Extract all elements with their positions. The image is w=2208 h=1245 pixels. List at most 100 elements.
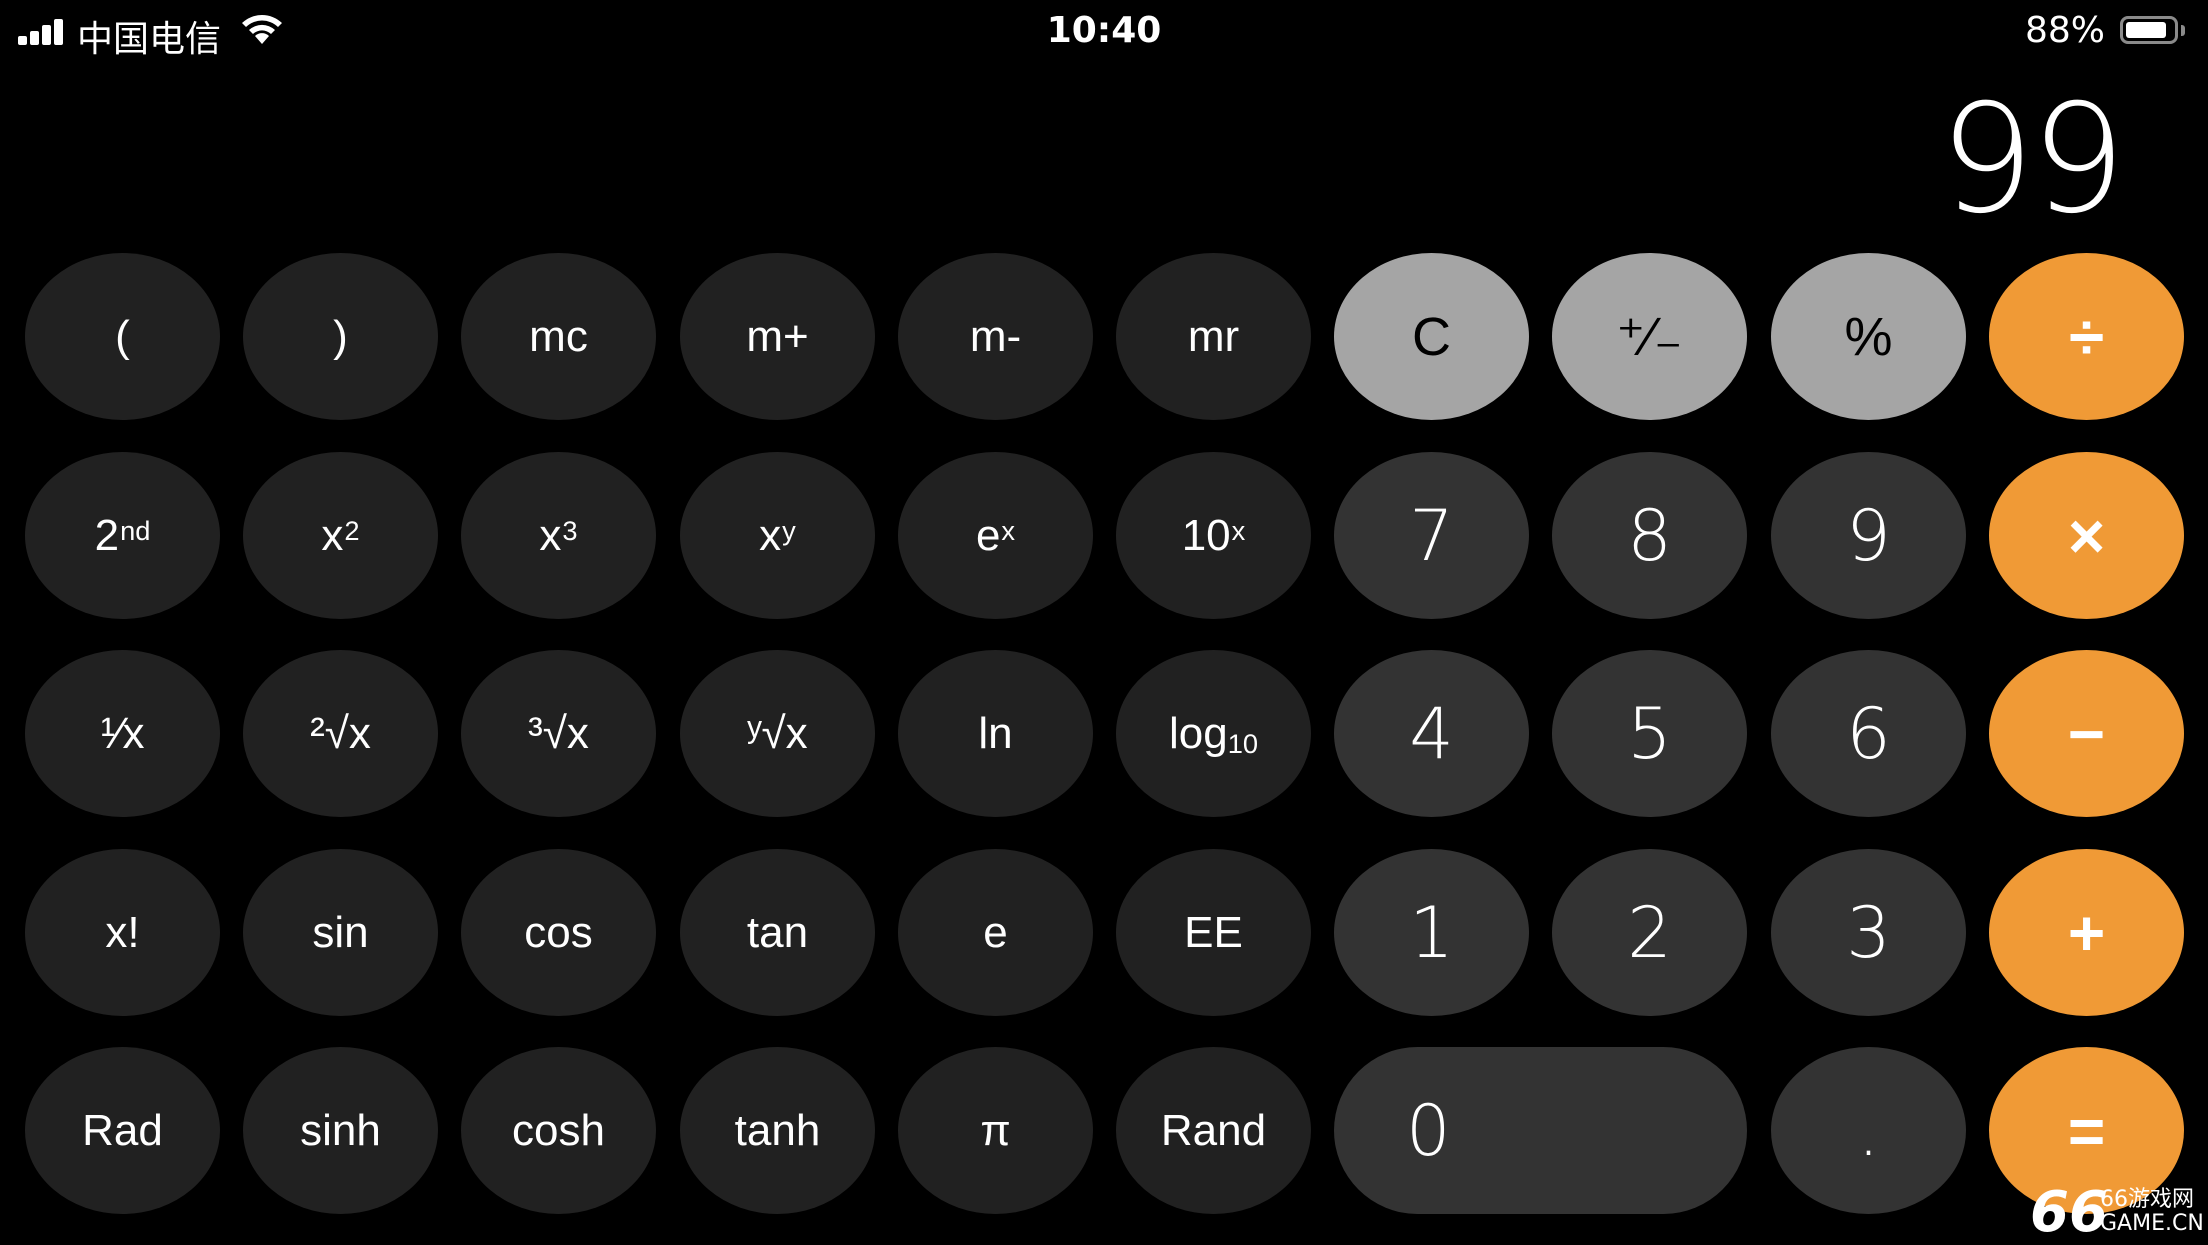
cosh-label: cosh [512, 1105, 605, 1155]
watermark: 66 66游戏网 GAME.CN [2030, 1180, 2208, 1245]
close-paren-label: ) [333, 311, 348, 361]
log10-subscript: 10 [1227, 727, 1259, 759]
e-to-x-superscript: x [1001, 514, 1016, 546]
second-base: 2 [94, 510, 120, 560]
battery-level [2126, 22, 2166, 38]
three-label: 3 [1846, 891, 1891, 974]
m-minus-label: m- [969, 311, 1022, 361]
close-paren-button[interactable]: ) [243, 253, 438, 420]
log10-base: log [1168, 708, 1228, 758]
zero-label: 0 [1406, 1089, 1451, 1172]
cube-root-button[interactable]: ³√x [461, 650, 656, 817]
cos-button[interactable]: cos [461, 849, 656, 1016]
rad-button[interactable]: Rad [25, 1047, 220, 1214]
reciprocal-label: ¹∕x [100, 708, 145, 758]
clear-button[interactable]: C [1334, 253, 1529, 420]
ten-to-x-base: 10 [1181, 510, 1231, 560]
six-label: 6 [1846, 692, 1891, 775]
battery-percent: 88% [2024, 10, 2105, 51]
y-root-button[interactable]: ʸ√x [680, 650, 875, 817]
square-root-button[interactable]: ²√x [243, 650, 438, 817]
plus-minus-button[interactable]: ⁺∕₋ [1552, 253, 1747, 420]
equals-label: = [2067, 1094, 2106, 1167]
sin-label: sin [312, 907, 369, 957]
tanh-label: tanh [734, 1105, 821, 1155]
m-plus-button[interactable]: m+ [680, 253, 875, 420]
rand-button[interactable]: Rand [1116, 1047, 1311, 1214]
log10-button[interactable]: log10 [1116, 650, 1311, 817]
ln-button[interactable]: ln [898, 650, 1093, 817]
x-cubed-button[interactable]: x3 [461, 452, 656, 619]
watermark-logo: 66 [2030, 1180, 2108, 1245]
tan-button[interactable]: tan [680, 849, 875, 1016]
watermark-text: 66游戏网 GAME.CN [2100, 1188, 2204, 1236]
mc-button[interactable]: mc [461, 253, 656, 420]
mr-button[interactable]: mr [1116, 253, 1311, 420]
x-cubed-base: x [539, 510, 562, 560]
sinh-label: sinh [300, 1105, 381, 1155]
sinh-button[interactable]: sinh [243, 1047, 438, 1214]
seven-button[interactable]: 7 [1334, 452, 1529, 619]
one-button[interactable]: 1 [1334, 849, 1529, 1016]
two-button[interactable]: 2 [1552, 849, 1747, 1016]
cos-label: cos [524, 907, 593, 957]
divide-label: ÷ [2068, 300, 2105, 373]
e-label: e [983, 907, 1008, 957]
one-label: 1 [1409, 891, 1454, 974]
plus-minus-label: ⁺∕₋ [1616, 307, 1683, 367]
x-to-y-label: xy [759, 511, 796, 561]
e-button[interactable]: e [898, 849, 1093, 1016]
x-cubed-label: x3 [539, 511, 577, 561]
watermark-line1: 66游戏网 [2100, 1187, 2194, 1212]
factorial-button[interactable]: x! [25, 849, 220, 1016]
x-to-y-base: x [759, 510, 782, 560]
subtract-button[interactable]: − [1989, 650, 2184, 817]
battery-tip [2181, 25, 2185, 36]
result-display: 99 [1939, 73, 2126, 247]
four-button[interactable]: 4 [1334, 650, 1529, 817]
clear-label: C [1412, 306, 1451, 367]
open-paren-button[interactable]: ( [25, 253, 220, 420]
add-button[interactable]: + [1989, 849, 2184, 1016]
mr-label: mr [1187, 311, 1240, 361]
square-root-label: ²√x [310, 708, 371, 758]
eight-button[interactable]: 8 [1552, 452, 1747, 619]
three-button[interactable]: 3 [1771, 849, 1966, 1016]
multiply-button[interactable]: × [1989, 452, 2184, 619]
decimal-label: . [1857, 1089, 1880, 1172]
pi-button[interactable]: π [898, 1047, 1093, 1214]
e-to-x-base: e [975, 510, 1001, 560]
m-minus-button[interactable]: m- [898, 253, 1093, 420]
decimal-button[interactable]: . [1771, 1047, 1966, 1214]
pi-label: π [980, 1105, 1011, 1155]
tanh-button[interactable]: tanh [680, 1047, 875, 1214]
x-squared-base: x [321, 510, 344, 560]
sin-button[interactable]: sin [243, 849, 438, 1016]
nine-button[interactable]: 9 [1771, 452, 1966, 619]
zero-button[interactable]: 0 [1334, 1047, 1747, 1214]
second-superscript: nd [120, 514, 151, 546]
ee-button[interactable]: EE [1116, 849, 1311, 1016]
mc-label: mc [529, 311, 588, 361]
watermark-line2: GAME.CN [2100, 1211, 2204, 1236]
divide-button[interactable]: ÷ [1989, 253, 2184, 420]
percent-button[interactable]: % [1771, 253, 1966, 420]
x-to-y-button[interactable]: xy [680, 452, 875, 619]
percent-label: % [1844, 306, 1893, 367]
second-button[interactable]: 2nd [25, 452, 220, 619]
rad-label: Rad [82, 1105, 163, 1155]
reciprocal-button[interactable]: ¹∕x [25, 650, 220, 817]
x-squared-label: x2 [321, 511, 359, 561]
cosh-button[interactable]: cosh [461, 1047, 656, 1214]
six-button[interactable]: 6 [1771, 650, 1966, 817]
ln-label: ln [978, 708, 1013, 758]
x-squared-button[interactable]: x2 [243, 452, 438, 619]
y-root-label: ʸ√x [747, 708, 808, 758]
two-label: 2 [1627, 891, 1672, 974]
status-time: 10:40 [1046, 10, 1162, 51]
add-label: + [2067, 896, 2106, 969]
m-plus-label: m+ [746, 311, 809, 361]
ten-to-x-button[interactable]: 10x [1116, 452, 1311, 619]
e-to-x-button[interactable]: ex [898, 452, 1093, 619]
five-button[interactable]: 5 [1552, 650, 1747, 817]
